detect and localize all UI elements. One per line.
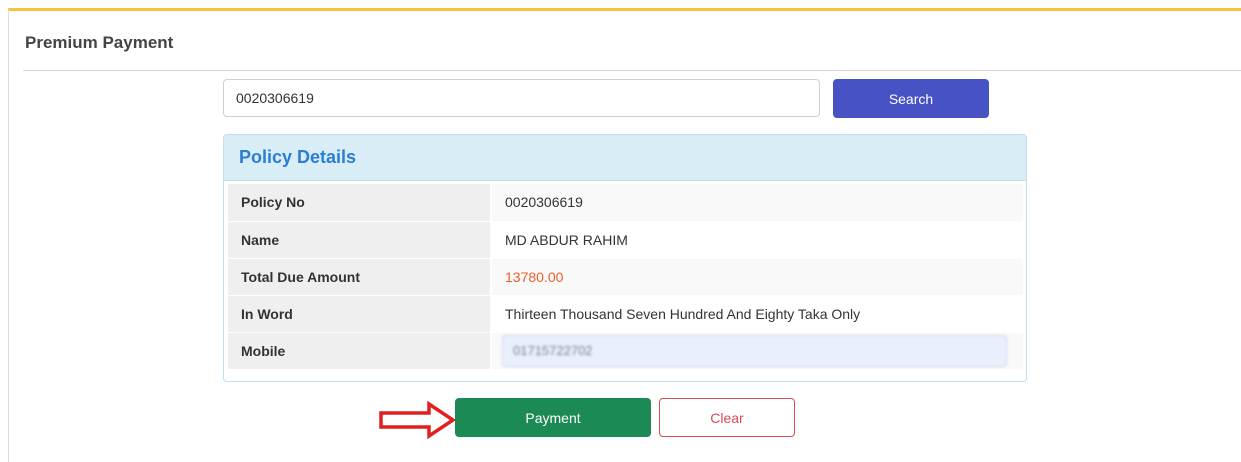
policy-search-input[interactable] bbox=[223, 79, 820, 117]
table-row: In Word Thirteen Thousand Seven Hundred … bbox=[228, 295, 1023, 333]
policy-details-table: Policy No 0020306619 Name MD ABDUR RAHIM… bbox=[228, 184, 1023, 370]
mobile-label: Mobile bbox=[228, 332, 492, 370]
policy-no-label: Policy No bbox=[228, 184, 492, 222]
in-word-value: Thirteen Thousand Seven Hundred And Eigh… bbox=[491, 295, 1023, 333]
table-row: Mobile bbox=[228, 332, 1023, 370]
total-due-amount-value: 13780.00 bbox=[491, 258, 1023, 296]
table-row: Name MD ABDUR RAHIM bbox=[228, 221, 1023, 259]
mobile-field[interactable] bbox=[502, 334, 1007, 367]
mobile-cell bbox=[491, 332, 1023, 370]
clear-button[interactable]: Clear bbox=[659, 398, 795, 437]
policy-no-value: 0020306619 bbox=[491, 184, 1023, 222]
total-due-amount-label: Total Due Amount bbox=[228, 258, 492, 296]
right-arrow-icon bbox=[379, 400, 457, 440]
policy-details-panel: Policy Details Policy No 0020306619 Name… bbox=[223, 134, 1027, 382]
payment-button[interactable]: Payment bbox=[455, 398, 651, 437]
in-word-label: In Word bbox=[228, 295, 492, 333]
search-button[interactable]: Search bbox=[833, 79, 989, 118]
name-value: MD ABDUR RAHIM bbox=[491, 221, 1023, 259]
page-title: Premium Payment bbox=[25, 33, 174, 52]
table-row: Total Due Amount 13780.00 bbox=[228, 258, 1023, 296]
policy-details-heading: Policy Details bbox=[224, 135, 1026, 181]
name-label: Name bbox=[228, 221, 492, 259]
table-row: Policy No 0020306619 bbox=[228, 184, 1023, 222]
policy-details-title: Policy Details bbox=[239, 147, 357, 167]
title-divider bbox=[23, 70, 1241, 71]
